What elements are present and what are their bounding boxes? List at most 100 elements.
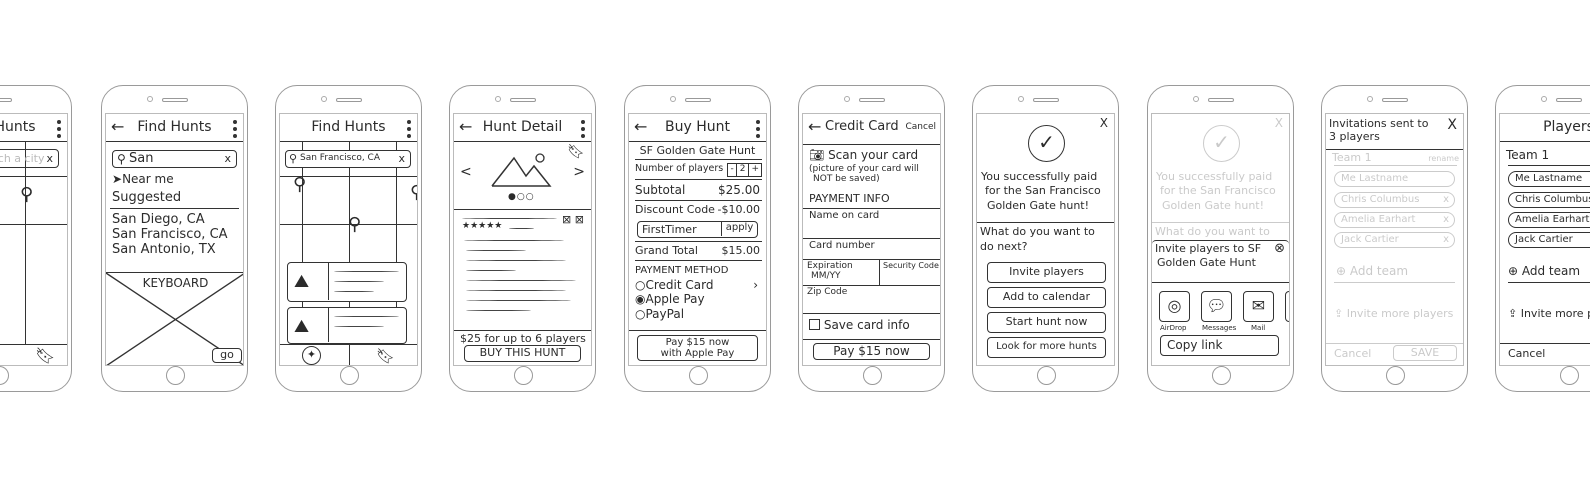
bookmark-icon[interactable]: 🔖︎ — [35, 346, 55, 365]
keyboard-placeholder[interactable]: KEYBOARD go — [106, 272, 243, 365]
search-placeholder: Search a city — [0, 152, 45, 165]
pay-apple-pay-button[interactable]: Pay $15 now with Apple Pay — [637, 335, 758, 361]
airdrop-icon[interactable]: ◎ — [1159, 291, 1190, 322]
success-message: You successfully paid — [1156, 170, 1273, 183]
invite-more-button[interactable]: ⇪ Invite more players — [1508, 307, 1590, 320]
messages-icon[interactable]: 💬︎ — [1201, 291, 1232, 322]
clear-icon[interactable]: x — [46, 152, 53, 165]
name-on-card-field[interactable]: Name on card — [803, 209, 940, 238]
close-button[interactable]: X — [1447, 117, 1457, 133]
keyboard-label: KEYBOARD — [140, 276, 211, 290]
security-code-field[interactable]: Security Code — [881, 260, 940, 285]
map-pin-icon[interactable]: ⚲ — [410, 182, 417, 203]
share-target-label: Messages — [1202, 324, 1237, 332]
search-icon: ⚲ — [289, 152, 298, 165]
back-arrow-icon[interactable]: ← — [808, 117, 821, 136]
invite-more-label: Invite more players — [1520, 307, 1590, 320]
rename-link[interactable]: rename — [1428, 154, 1459, 163]
map-pin-icon[interactable]: ⚲ — [293, 174, 306, 195]
remove-icon[interactable]: x — [1443, 233, 1449, 246]
suggestion-item[interactable]: San Francisco, CA — [112, 227, 228, 242]
remove-icon[interactable]: x — [1443, 213, 1449, 226]
invite-players-button[interactable]: Invite players — [987, 262, 1106, 283]
checkmark-icon: ✓ — [1028, 125, 1065, 162]
more-icon[interactable] — [756, 120, 760, 141]
mail-icon[interactable]: ✉ — [1243, 291, 1274, 322]
radio-apple-pay[interactable]: ◉Apple Pay — [635, 292, 705, 306]
member-name: Amelia Earhart — [1341, 214, 1416, 225]
invite-more-label: Invite more players — [1346, 307, 1454, 320]
add-to-calendar-button[interactable]: Add to calendar — [987, 287, 1106, 308]
radio-credit-card[interactable]: ○Credit Card — [635, 278, 713, 292]
phone-credit-card: ← Credit Card Cancel 📷︎ Scan your card (… — [798, 85, 945, 392]
discount-code-input[interactable]: FirstTimer apply — [637, 221, 758, 238]
carousel-prev[interactable]: < — [460, 164, 472, 180]
start-hunt-button[interactable]: Start hunt now — [987, 312, 1106, 333]
look-for-more-hunts-button[interactable]: Look for more hunts — [987, 337, 1106, 358]
apply-button[interactable]: apply — [721, 222, 757, 236]
phone-payment-success: X ✓ You successfully paid for the San Fr… — [972, 85, 1119, 392]
cancel-button[interactable]: Cancel — [1334, 347, 1371, 360]
hunt-card[interactable]: ⛰ — [287, 262, 407, 302]
more-icon[interactable] — [233, 120, 237, 141]
add-team-button[interactable]: ⊕ Add team — [1508, 264, 1580, 278]
decrement-button[interactable]: - — [728, 164, 737, 176]
payment-info-heading: PAYMENT INFO — [809, 192, 890, 205]
suggestion-item[interactable]: San Antonio, TX — [112, 242, 216, 257]
search-input[interactable]: ⚲ San x — [112, 150, 237, 168]
suggested-heading: Suggested — [112, 190, 182, 205]
increment-button[interactable]: + — [749, 164, 761, 176]
phone-players: Players Team 1 Me Lastname Chris Columbu… — [1495, 85, 1590, 392]
more-icon[interactable] — [407, 120, 411, 141]
search-input[interactable]: ⚲ San Francisco, CA x — [285, 150, 411, 168]
more-share-icon[interactable] — [1285, 291, 1289, 322]
share-title: Invite players to SF — [1155, 242, 1262, 255]
share-icon[interactable]: ⊠ ⊠ — [562, 213, 584, 226]
bookmark-icon[interactable]: 🔖︎ — [376, 347, 395, 365]
compass-icon[interactable]: ✦ — [302, 346, 321, 365]
search-input[interactable]: Search a city x — [0, 149, 59, 168]
radio-paypal[interactable]: ○PayPal — [635, 307, 684, 321]
players-stepper[interactable]: - 2 + — [727, 163, 762, 177]
card-number-field[interactable]: Card number — [803, 239, 940, 259]
map-pin-icon[interactable]: ⚲ — [20, 184, 33, 205]
carousel-dots[interactable]: ●○○ — [508, 192, 535, 202]
phone-invitations-sent: Invitations sent to 3 players X Team 1 r… — [1321, 85, 1468, 392]
add-team-label: Add team — [1349, 264, 1409, 278]
more-icon[interactable] — [581, 120, 585, 141]
field-label: Card number — [809, 240, 875, 251]
hunt-card[interactable]: ⛰ — [287, 307, 407, 344]
cancel-button[interactable]: Cancel — [1508, 347, 1545, 360]
header-title: Find Hunts — [137, 119, 212, 135]
member-name: Chris Columbus — [1341, 194, 1420, 205]
pay-now-button[interactable]: Pay $15 now — [813, 343, 930, 360]
success-message: You successfully paid — [981, 170, 1098, 183]
close-button[interactable]: X — [1100, 116, 1108, 130]
chevron-right-icon[interactable]: › — [753, 278, 758, 292]
suggestion-item[interactable]: San Diego, CA — [112, 212, 205, 227]
option-label: Credit Card — [645, 278, 714, 292]
save-button[interactable]: SAVE — [1393, 345, 1457, 361]
remove-icon[interactable]: x — [1443, 193, 1449, 206]
copy-link-button[interactable]: Copy link — [1160, 335, 1279, 356]
zip-code-field[interactable]: Zip Code — [803, 286, 940, 313]
more-icon[interactable] — [57, 120, 61, 141]
close-circle-icon[interactable]: ⊗ — [1274, 241, 1285, 256]
cancel-button[interactable]: Cancel — [906, 122, 937, 132]
players-value: 2 — [737, 164, 750, 176]
expiration-field[interactable]: Expiration MM/YY — [803, 260, 879, 285]
clear-icon[interactable]: x — [224, 152, 231, 165]
invite-more-button[interactable]: ⇪ Invite more players — [1334, 307, 1453, 320]
map-pin-icon[interactable]: ⚲ — [348, 214, 361, 235]
image-icon: ⛰ — [294, 316, 310, 337]
search-value: San — [129, 151, 154, 166]
bookmark-icon[interactable]: 🔖︎ — [567, 144, 585, 160]
add-team-button[interactable]: ⊕ Add team — [1336, 264, 1408, 278]
clear-icon[interactable]: x — [398, 152, 405, 165]
go-button[interactable]: go — [212, 348, 242, 363]
carousel-next[interactable]: > — [573, 164, 585, 180]
scan-card-button[interactable]: 📷︎ Scan your card — [809, 148, 918, 162]
buy-hunt-button[interactable]: BUY THIS HUNT — [464, 345, 581, 362]
near-me-option[interactable]: ➤Near me — [112, 172, 174, 186]
save-card-checkbox[interactable]: Save card info — [809, 318, 910, 332]
